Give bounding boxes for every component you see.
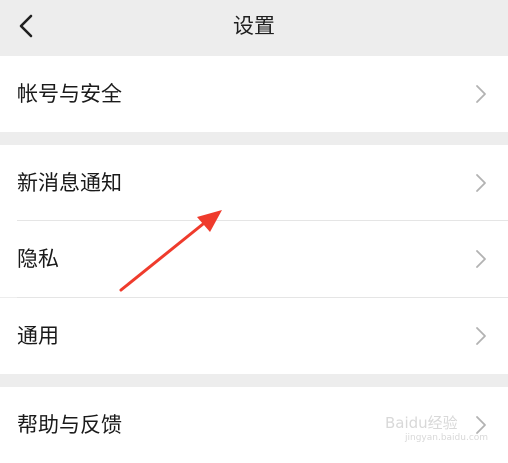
chevron-right-icon <box>476 85 486 103</box>
settings-item-label: 新消息通知 <box>17 171 122 195</box>
chevron-right-icon <box>476 327 486 345</box>
settings-item-label: 帮助与反馈 <box>17 413 122 437</box>
settings-item-account-security[interactable]: 帐号与安全 <box>0 56 508 132</box>
chevron-right-icon <box>476 250 486 268</box>
page-title: 设置 <box>233 14 275 38</box>
settings-item-label: 通用 <box>17 324 59 348</box>
settings-item-privacy[interactable]: 隐私 <box>0 221 508 297</box>
chevron-right-icon <box>476 174 486 192</box>
baidu-watermark: Baidu经验 jingyan.baidu.com <box>385 412 490 448</box>
settings-item-label: 帐号与安全 <box>17 82 122 106</box>
settings-item-general[interactable]: 通用 <box>0 298 508 374</box>
watermark-brand: Baidu经验 <box>385 414 458 432</box>
settings-item-label: 隐私 <box>17 247 59 271</box>
top-nav-bar: 设置 <box>0 0 508 52</box>
settings-item-new-message-notification[interactable]: 新消息通知 <box>0 145 508 221</box>
watermark-url: jingyan.baidu.com <box>405 433 489 443</box>
